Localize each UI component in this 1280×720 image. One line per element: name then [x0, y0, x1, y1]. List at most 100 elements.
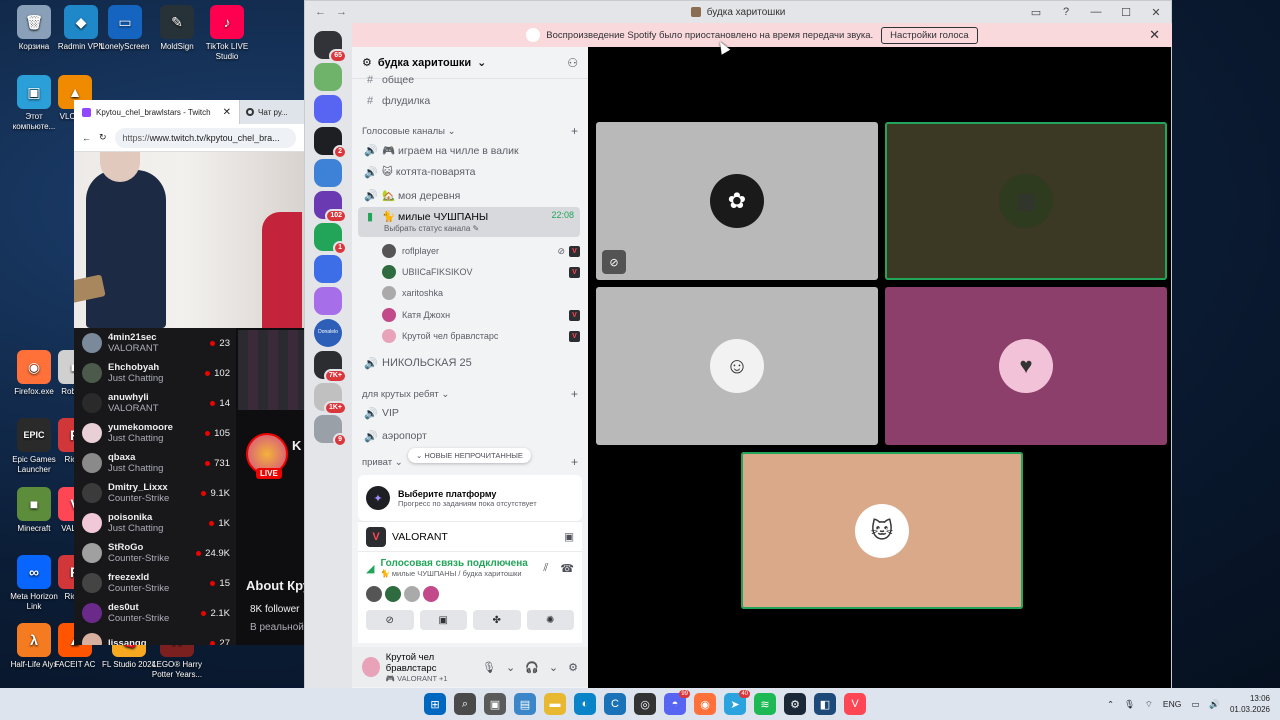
avatar[interactable] — [385, 586, 401, 602]
server-icon[interactable]: Donalelo — [314, 319, 342, 347]
voice-location[interactable]: 🐈 милые ЧУШПАНЫ / будка харитошки — [380, 569, 527, 578]
create-channel-icon[interactable]: + — [571, 387, 578, 401]
participant-tile[interactable]: ♥ — [885, 287, 1167, 445]
channel-row[interactable]: yumekomoore Just Chatting 105 — [74, 418, 236, 448]
avatar[interactable] — [404, 586, 420, 602]
server-icon[interactable]: 1 — [314, 223, 347, 255]
server-icon[interactable]: 2 — [314, 127, 347, 159]
channel-row[interactable]: StRoGo Counter-Strike 24.9K — [74, 538, 236, 568]
voice-channel-vip[interactable]: 🔊 VIP — [358, 402, 580, 424]
participant-tile[interactable]: ▦ — [885, 122, 1167, 280]
help-icon[interactable]: ? — [1051, 6, 1081, 19]
telegram-icon[interactable]: ➤ 40 — [724, 690, 750, 715]
new-unread-pill[interactable]: ⌄ НОВЫЕ НЕПРОЧИТАННЫЕ — [408, 448, 531, 463]
voice-user[interactable]: xaritoshka — [382, 283, 580, 303]
close-icon[interactable]: ✕ — [223, 107, 231, 118]
quest-platform-panel[interactable]: ✦ Выберите платформу Прогресс по задания… — [358, 475, 582, 521]
voice-channel-1[interactable]: 🔊 🎮 играем на чилле в валик — [358, 139, 580, 161]
app-c-icon[interactable]: C — [604, 693, 626, 715]
microphone-icon[interactable]: 🎙 — [482, 661, 496, 674]
network-icon[interactable]: ▭ — [1191, 699, 1199, 710]
create-channel-icon[interactable]: + — [571, 455, 578, 469]
activity-game-panel[interactable]: V VALORANT ▣ — [358, 521, 582, 551]
language-indicator[interactable]: ENG — [1163, 699, 1181, 709]
camera-button[interactable]: ⊘ — [366, 610, 414, 630]
signal-icon[interactable]: ◢ — [366, 562, 374, 575]
headphones-icon[interactable]: 🎧 — [525, 661, 539, 674]
stream-video[interactable] — [74, 152, 304, 328]
avatar[interactable] — [362, 657, 380, 677]
server-icon[interactable] — [314, 255, 342, 283]
channel-row[interactable]: des0ut Counter-Strike 2.1K — [74, 598, 236, 628]
voice-user[interactable]: Крутой чел бравлстарс V — [382, 326, 580, 346]
start-icon[interactable]: ⊞ — [424, 693, 446, 715]
firefox-icon[interactable]: ◉ — [694, 693, 716, 715]
server-icon[interactable]: 9 — [314, 415, 347, 447]
voice-channel-3[interactable]: 🔊 🏡 моя деревня — [358, 184, 580, 206]
channel-row[interactable]: 4min21sec VALORANT 23 — [74, 328, 236, 358]
clock[interactable]: 13:06 01.03.2026 — [1230, 693, 1270, 715]
volume-icon[interactable]: 🔊 — [1209, 699, 1220, 710]
channel-status-hint[interactable]: Выбрать статус канала ✎ — [384, 224, 479, 233]
settings-gear-icon[interactable]: ⚙ — [568, 661, 578, 674]
participant-tile[interactable]: ☺ — [596, 287, 878, 445]
voice-channel-active[interactable]: ▮ 🐈 милые ЧУШПАНЫ 22:08 Выбрать статус к… — [358, 207, 580, 237]
browser-tab-chat[interactable]: Чат ру... — [240, 108, 294, 117]
chevron-down-icon[interactable]: ⌄ — [549, 661, 558, 674]
channel-row[interactable]: lissangg 27 — [74, 628, 236, 645]
valorant-icon[interactable]: V — [844, 693, 866, 715]
channel-row[interactable]: freezexld Counter-Strike 15 — [74, 568, 236, 598]
server-icon[interactable] — [314, 63, 342, 91]
wifi-icon[interactable]: ⌔ — [1145, 699, 1153, 710]
avatar[interactable] — [366, 586, 382, 602]
maximize-icon[interactable]: ☐ — [1111, 6, 1141, 19]
server-icon[interactable]: 1K+ — [314, 383, 347, 415]
voice-user[interactable]: Катя Джохн V — [382, 305, 580, 325]
server-icon[interactable]: 7K+ — [314, 351, 347, 383]
channel-row[interactable]: qbaxa Just Chatting 731 — [74, 448, 236, 478]
voice-channel-nikolskaya[interactable]: 🔊 НИКОЛЬСКАЯ 25 — [358, 352, 580, 374]
desktop-icon[interactable]: ▭ LonelyScreen — [96, 5, 154, 52]
activities-button[interactable]: ✤ — [473, 610, 521, 630]
clip-thumbnails[interactable] — [238, 330, 304, 410]
chevron-up-icon[interactable]: ⌃ — [1107, 699, 1114, 710]
channel-flood[interactable]: # флудилка — [358, 90, 580, 112]
browser-tab-twitch[interactable]: Kpytou_chel_brawlstars - Twitch ✕ — [74, 100, 240, 124]
reload-icon[interactable]: ↻ — [99, 132, 107, 143]
participant-tile[interactable]: 🐱 — [741, 452, 1023, 609]
back-icon[interactable]: ← — [82, 133, 91, 143]
edge-icon[interactable]: ◐ — [574, 693, 596, 715]
stream-icon[interactable]: ▣ — [564, 531, 574, 543]
create-channel-icon[interactable]: + — [571, 124, 578, 138]
widgets-icon[interactable]: ▤ — [514, 693, 536, 715]
forward-arrow-icon[interactable]: → — [336, 6, 347, 18]
disconnect-icon[interactable]: ☎ — [560, 562, 574, 575]
participant-tile[interactable]: ✿ ⊘ — [596, 122, 878, 280]
files-icon[interactable]: ▬ — [544, 693, 566, 715]
app-g-icon[interactable]: ◧ — [814, 693, 836, 715]
chevron-down-icon[interactable]: ⌄ — [506, 661, 515, 674]
steam-icon[interactable]: ⚙ — [784, 693, 806, 715]
avatar[interactable] — [423, 586, 439, 602]
channel-row[interactable]: poisonika Just Chatting 1K — [74, 508, 236, 538]
server-icon[interactable] — [314, 95, 342, 123]
soundboard-button[interactable]: ✺ — [526, 610, 574, 630]
server-icon[interactable]: 65 — [314, 31, 347, 63]
voice-channel-airport[interactable]: 🔊 аэропорт — [358, 425, 580, 447]
server-icon[interactable] — [314, 159, 342, 187]
voice-user[interactable]: roflplayer ⊘ V — [382, 241, 580, 261]
close-notice-icon[interactable]: ✕ — [1149, 27, 1160, 43]
back-arrow-icon[interactable]: ← — [315, 6, 326, 18]
voice-user[interactable]: UBIICaFIKSIKOV V — [382, 262, 580, 282]
voice-settings-button[interactable]: Настройки голоса — [881, 26, 978, 44]
microphone-icon[interactable]: 🎙 — [1124, 699, 1135, 710]
voice-channel-2[interactable]: 🔊 😺 котята-поварята — [358, 161, 580, 183]
server-icon[interactable] — [314, 287, 342, 315]
desktop-icon[interactable]: ♪ TikTok LIVE Studio — [198, 5, 256, 62]
discord-icon[interactable]: ◓ 99 — [664, 690, 690, 715]
channel-general[interactable]: # общее — [358, 73, 580, 87]
channel-row[interactable]: Dmitry_Lixxx Counter-Strike 9.1K — [74, 478, 236, 508]
noise-suppression-icon[interactable]: ⫽ — [543, 562, 548, 575]
search-icon[interactable]: ⌕ — [454, 693, 476, 715]
inbox-icon[interactable]: ▭ — [1021, 6, 1051, 19]
